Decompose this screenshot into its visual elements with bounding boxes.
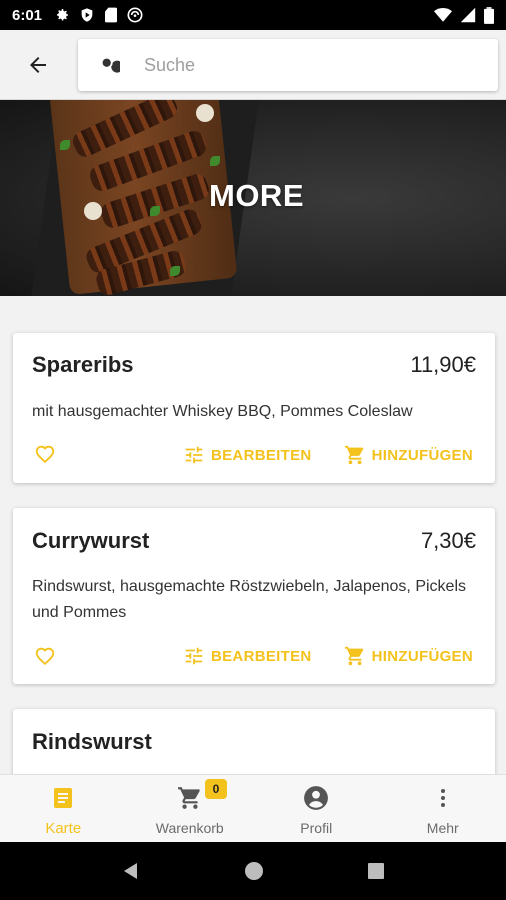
cart-count-badge: 0 [205,779,227,799]
system-home-icon[interactable] [244,861,264,881]
cart-icon [344,646,363,666]
product-card[interactable]: Spareribs 11,90€ mit hausgemachter Whisk… [13,333,495,483]
product-card[interactable]: Currywurst 7,30€ Rindswurst, hausgemacht… [13,508,495,684]
product-name: Spareribs [32,352,134,377]
banner-image-herb [150,206,160,216]
bottom-navigation: Karte Warenkorb Profil Mehr 0 [0,774,506,842]
gear-icon [57,9,69,21]
banner-image-herb [210,156,220,166]
cart-icon [177,787,200,809]
edit-button[interactable]: BEARBEITEN [183,644,312,668]
back-button[interactable] [18,47,58,83]
battery-icon [484,6,494,24]
arrow-back-icon [30,57,46,73]
add-button-label: HINZUFÜGEN [371,647,473,665]
product-name: Currywurst [32,528,150,553]
search-input[interactable] [144,54,444,76]
status-time: 6:01 [12,6,43,24]
search-bar[interactable] [78,39,498,91]
banner-image-herb [60,140,70,150]
cart-icon [344,445,363,465]
signal-icon [460,7,476,23]
product-name: Rindswurst [32,729,152,754]
nav-label: Profil [300,820,333,836]
edit-button-label: BEARBEITEN [211,647,312,665]
nav-label: Karte [45,820,82,837]
nav-karte[interactable]: Karte [0,775,127,842]
top-bar [0,30,506,100]
more-vert-icon [440,789,445,807]
banner-image-garlic [84,202,102,220]
product-description: mit hausgemachter Whiskey BBQ, Pommes Co… [32,403,413,420]
sd-card-icon [105,7,118,23]
banner-image-garlic [196,104,214,122]
system-back-icon[interactable] [121,861,141,881]
add-to-cart-button[interactable]: HINZUFÜGEN [344,644,473,668]
tune-icon [185,446,203,464]
edit-button[interactable]: BEARBEITEN [183,443,312,467]
nav-profil[interactable]: Profil [253,775,380,842]
product-card[interactable]: Rindswurst [13,709,495,774]
favorite-button[interactable] [34,645,56,667]
nav-label: Mehr [426,820,459,836]
menu-card-icon [54,788,73,808]
add-to-cart-button[interactable]: HINZUFÜGEN [344,443,473,467]
nav-mehr[interactable]: Mehr [380,775,506,842]
category-title: MORE [209,178,304,213]
nav-warenkorb[interactable]: Warenkorb [127,775,254,842]
status-bar: 6:01 [0,0,506,30]
category-banner: MORE [0,100,506,296]
system-recents-icon[interactable] [367,862,385,880]
favorite-button[interactable] [34,443,56,465]
edit-button-label: BEARBEITEN [211,446,312,464]
product-description: Rindswurst, hausgemachte Röstzwiebeln, J… [32,578,466,621]
account-icon [304,786,329,810]
product-list: Spareribs 11,90€ mit hausgemachter Whisk… [0,296,506,774]
product-price: 7,30€ [420,528,476,553]
search-icon [102,58,120,73]
play-protect-icon [81,8,93,22]
vpn-icon [127,7,143,23]
wifi-icon [434,8,452,22]
product-price: 11,90€ [410,352,476,377]
system-navigation-bar [0,842,506,900]
tune-icon [185,647,203,665]
add-button-label: HINZUFÜGEN [371,446,473,464]
nav-label: Warenkorb [155,820,224,836]
banner-image-herb [170,266,180,276]
